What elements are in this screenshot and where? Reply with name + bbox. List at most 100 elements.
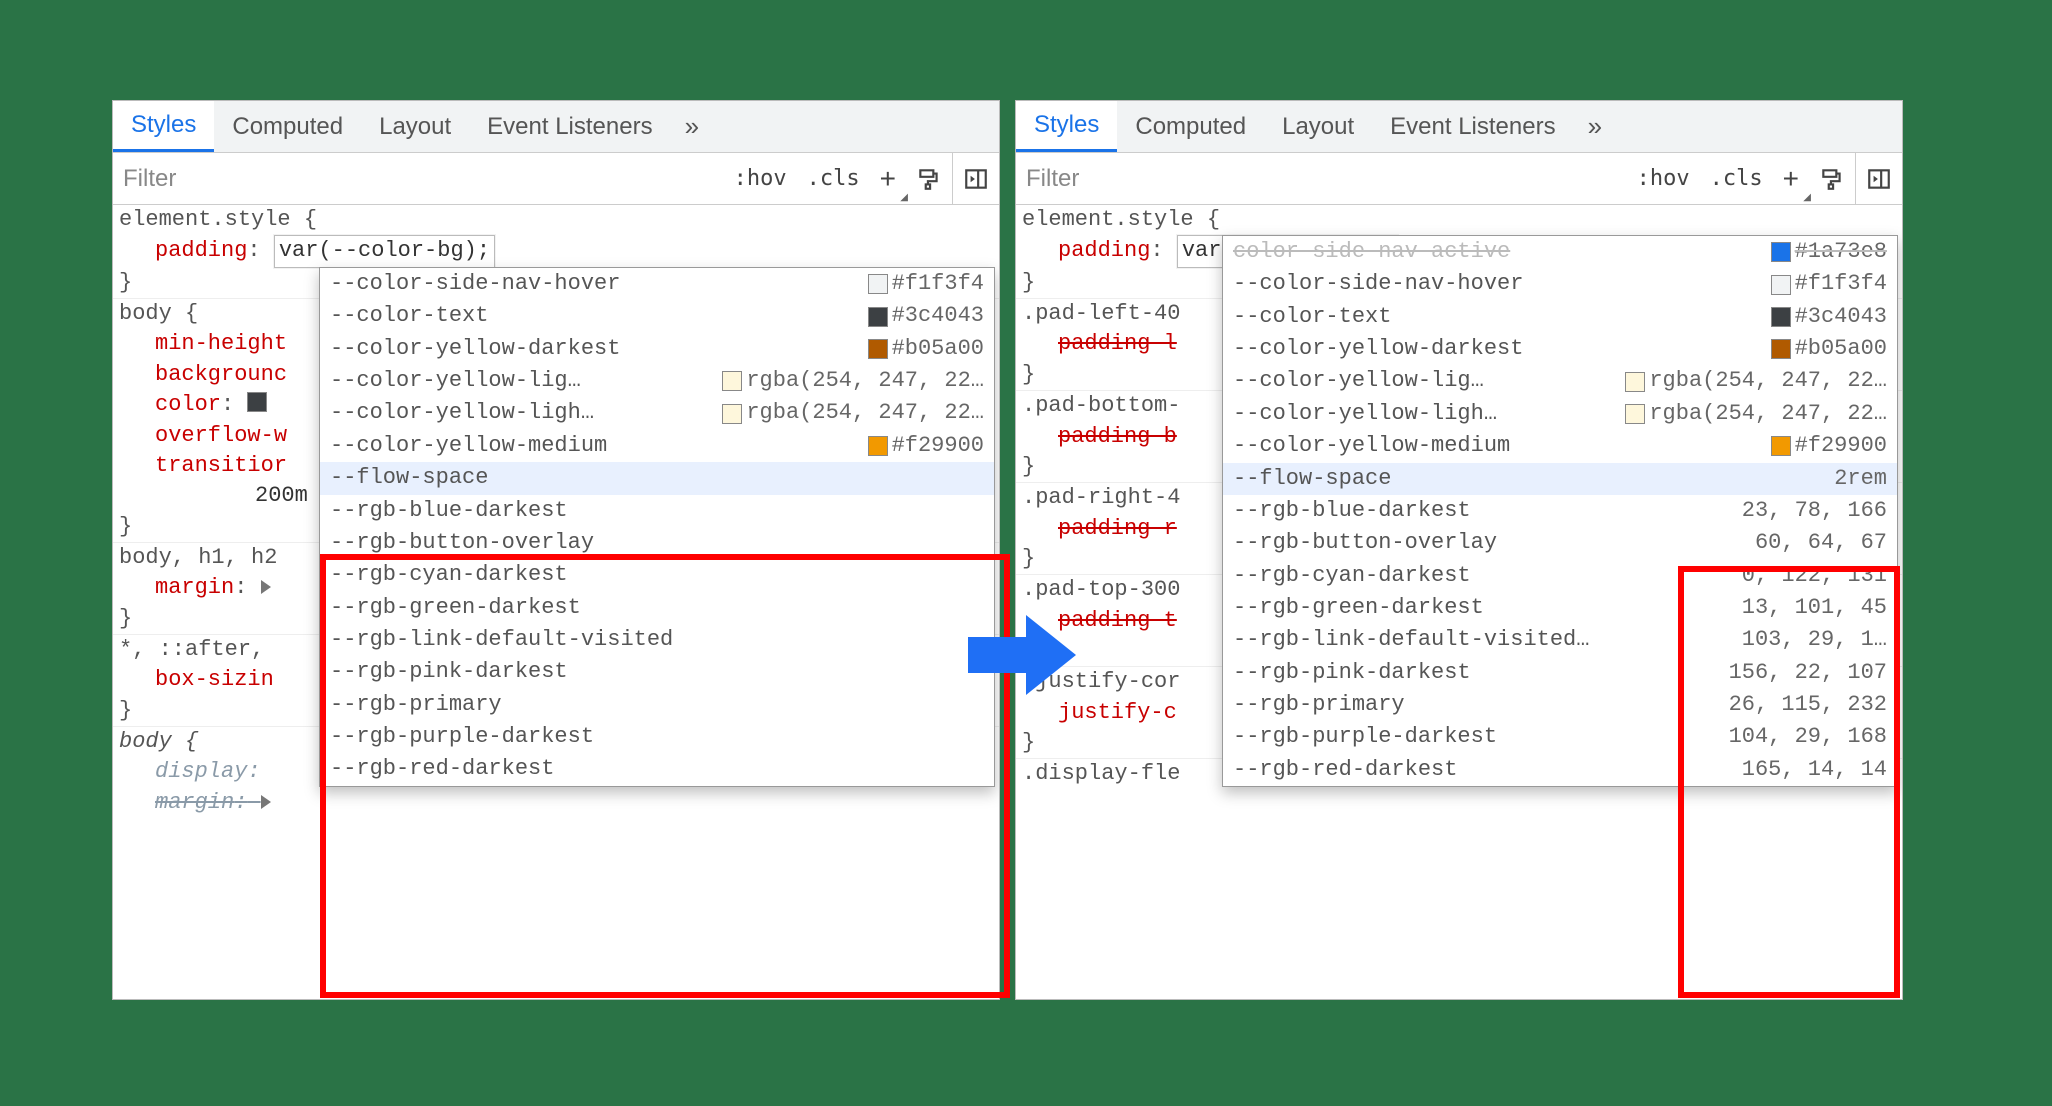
- css-property[interactable]: justify-c: [1022, 700, 1177, 725]
- filter-input[interactable]: [1016, 153, 1627, 204]
- new-style-rule-button[interactable]: +: [870, 153, 906, 204]
- autocomplete-item[interactable]: --rgb-cyan-darkest0, 122, 131: [1223, 560, 1897, 592]
- tabs-overflow-icon[interactable]: »: [1574, 111, 1616, 142]
- tab-styles[interactable]: Styles: [1016, 101, 1117, 152]
- color-swatch-icon: [868, 339, 888, 359]
- tab-event-listeners[interactable]: Event Listeners: [1372, 101, 1573, 152]
- autocomplete-item[interactable]: --color-yellow-ligh… rgba(254, 247, 22…: [320, 397, 994, 429]
- css-property[interactable]: margin:: [119, 575, 273, 600]
- autocomplete-item[interactable]: --rgb-red-darkest 165, 14, 14: [1223, 754, 1897, 786]
- selector-text: .pad-top-300: [1022, 577, 1180, 602]
- css-property[interactable]: overflow-w: [119, 423, 287, 448]
- css-autocomplete-popup[interactable]: --color-side-nav-hover #f1f3f4 --color-t…: [319, 267, 995, 787]
- autocomplete-item[interactable]: color side nav active #1a73e8: [1223, 236, 1897, 268]
- autocomplete-item[interactable]: --rgb-blue-darkest: [320, 495, 994, 527]
- css-property[interactable]: min-height: [119, 331, 287, 356]
- autocomplete-item[interactable]: --color-yellow-ligh… rgba(254, 247, 22…: [1223, 398, 1897, 430]
- autocomplete-item[interactable]: --rgb-link-default-visited: [320, 624, 994, 656]
- selector-text: .pad-left-40: [1022, 301, 1180, 326]
- css-property[interactable]: padding: [119, 238, 247, 263]
- css-var-value: 165, 14, 14: [1742, 755, 1887, 785]
- css-property[interactable]: padding: [1022, 238, 1150, 263]
- autocomplete-item[interactable]: --color-yellow-medium #f29900: [320, 430, 994, 462]
- css-autocomplete-popup[interactable]: color side nav active #1a73e8 --color-si…: [1222, 235, 1898, 787]
- autocomplete-item[interactable]: --rgb-pink-darkest: [320, 656, 994, 688]
- autocomplete-item[interactable]: --rgb-red-darkest: [320, 753, 994, 785]
- autocomplete-item[interactable]: --rgb-link-default-visited…103, 29, 1…: [1223, 624, 1897, 656]
- css-var-name: --color-text: [330, 301, 488, 331]
- toggle-computed-sidebar-icon[interactable]: [1855, 153, 1902, 204]
- autocomplete-item[interactable]: --rgb-primary26, 115, 232: [1223, 689, 1897, 721]
- autocomplete-item[interactable]: --color-yellow-darkest #b05a00: [320, 333, 994, 365]
- autocomplete-item[interactable]: --rgb-purple-darkest104, 29, 168: [1223, 721, 1897, 753]
- selector-text: element.style {: [1022, 207, 1220, 232]
- color-swatch-icon: [1771, 307, 1791, 327]
- selector-text: body {: [119, 301, 198, 326]
- css-var-name: --rgb-red-darkest: [1233, 755, 1457, 785]
- css-var-name: --rgb-green-darkest: [1233, 593, 1484, 623]
- css-property[interactable]: padding-b: [1022, 424, 1177, 449]
- color-swatch-icon[interactable]: [247, 392, 267, 412]
- autocomplete-item[interactable]: --color-yellow-lig… rgba(254, 247, 22…: [1223, 365, 1897, 397]
- css-property[interactable]: margin:: [119, 790, 261, 815]
- css-value-edit[interactable]: var(--color-bg);: [274, 235, 495, 267]
- autocomplete-item[interactable]: --color-text #3c4043: [320, 300, 994, 332]
- rule-close-brace: }: [1022, 270, 1035, 295]
- css-property[interactable]: backgrounc: [119, 362, 287, 387]
- autocomplete-item[interactable]: --color-yellow-darkest #b05a00: [1223, 333, 1897, 365]
- cls-toggle-button[interactable]: .cls: [797, 153, 870, 204]
- autocomplete-item[interactable]: --flow-space: [320, 462, 994, 494]
- autocomplete-item[interactable]: --rgb-blue-darkest23, 78, 166: [1223, 495, 1897, 527]
- hov-toggle-button[interactable]: :hov: [1627, 153, 1700, 204]
- tab-event-listeners[interactable]: Event Listeners: [469, 101, 670, 152]
- css-var-name: --color-yellow-darkest: [330, 334, 620, 364]
- autocomplete-item[interactable]: --rgb-button-overlay: [320, 527, 994, 559]
- new-style-rule-button[interactable]: +: [1773, 153, 1809, 204]
- color-swatch-icon: [1771, 242, 1791, 262]
- tab-layout[interactable]: Layout: [1264, 101, 1372, 152]
- tab-computed[interactable]: Computed: [214, 101, 361, 152]
- color-swatch-icon: [868, 436, 888, 456]
- css-property[interactable]: transitior: [119, 453, 287, 478]
- autocomplete-item[interactable]: --rgb-purple-darkest: [320, 721, 994, 753]
- rule-close-brace: }: [1022, 454, 1035, 479]
- css-property[interactable]: color:: [119, 392, 271, 417]
- css-property[interactable]: padding-l: [1022, 331, 1177, 356]
- css-property[interactable]: padding-r: [1022, 516, 1177, 541]
- disclosure-triangle-icon[interactable]: [261, 795, 271, 809]
- autocomplete-item[interactable]: --rgb-green-darkest13, 101, 45: [1223, 592, 1897, 624]
- disclosure-triangle-icon[interactable]: [261, 580, 271, 594]
- tabs-overflow-icon[interactable]: »: [671, 111, 713, 142]
- hov-toggle-button[interactable]: :hov: [724, 153, 797, 204]
- filter-input[interactable]: [113, 153, 724, 204]
- autocomplete-item[interactable]: --color-side-nav-hover #f1f3f4: [1223, 268, 1897, 300]
- autocomplete-item[interactable]: --flow-space2rem: [1223, 463, 1897, 495]
- css-var-name: --rgb-primary: [330, 690, 502, 720]
- paint-icon[interactable]: [906, 153, 952, 204]
- css-var-value: #f1f3f4: [892, 269, 984, 299]
- autocomplete-item[interactable]: --rgb-button-overlay60, 64, 67: [1223, 527, 1897, 559]
- toggle-computed-sidebar-icon[interactable]: [952, 153, 999, 204]
- autocomplete-item[interactable]: --color-text #3c4043: [1223, 301, 1897, 333]
- css-var-name: --color-yellow-lig…: [1233, 366, 1484, 396]
- css-var-value: #f29900: [892, 431, 984, 461]
- css-property[interactable]: box-sizin: [119, 667, 274, 692]
- tab-layout[interactable]: Layout: [361, 101, 469, 152]
- autocomplete-item[interactable]: --color-yellow-lig… rgba(254, 247, 22…: [320, 365, 994, 397]
- css-var-name: --rgb-purple-darkest: [330, 722, 594, 752]
- autocomplete-item[interactable]: --rgb-green-darkest: [320, 592, 994, 624]
- autocomplete-item[interactable]: --color-yellow-medium #f29900: [1223, 430, 1897, 462]
- autocomplete-item[interactable]: --color-side-nav-hover #f1f3f4: [320, 268, 994, 300]
- cls-toggle-button[interactable]: .cls: [1700, 153, 1773, 204]
- tab-styles[interactable]: Styles: [113, 101, 214, 152]
- color-swatch-icon: [1625, 372, 1645, 392]
- autocomplete-item[interactable]: --rgb-cyan-darkest: [320, 559, 994, 591]
- autocomplete-item[interactable]: --rgb-pink-darkest156, 22, 107: [1223, 657, 1897, 689]
- autocomplete-item[interactable]: --rgb-primary: [320, 689, 994, 721]
- paint-icon[interactable]: [1809, 153, 1855, 204]
- css-var-value: 2rem: [1834, 464, 1887, 494]
- css-property[interactable]: display:: [119, 759, 261, 784]
- tab-computed[interactable]: Computed: [1117, 101, 1264, 152]
- css-var-value: rgba(254, 247, 22…: [746, 398, 984, 428]
- color-swatch-icon: [868, 307, 888, 327]
